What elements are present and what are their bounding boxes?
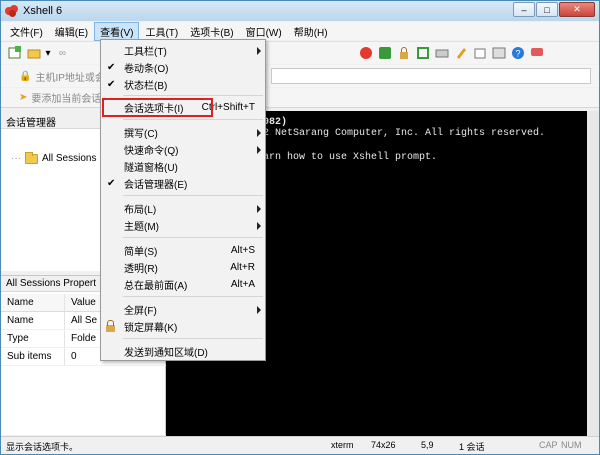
highlight-box [102, 98, 213, 117]
menu-bar: 文件(F) 编辑(E) 查看(V) 工具(T) 选项卡(B) 窗口(W) 帮助(… [1, 21, 599, 41]
highlight-icon[interactable] [453, 46, 468, 61]
menu-item-tunnel-pane[interactable]: 隧道窗格(U) [101, 158, 265, 175]
tree-item-label: All Sessions [42, 153, 97, 164]
status-message: 显示会话选项卡。 [6, 442, 79, 452]
toolbar: ▾ ∞ ? [1, 41, 599, 64]
status-size: 74x26 [371, 440, 396, 450]
menu-window[interactable]: 窗口(W) [240, 22, 288, 41]
menu-item-simple[interactable]: 简单(S) Alt+S [101, 242, 265, 259]
folder-icon [25, 151, 38, 164]
column-header-value[interactable]: Value [65, 297, 96, 308]
xagent-icon[interactable] [377, 46, 392, 61]
row-name: Name [1, 312, 65, 329]
title-bar: Xshell 6 – □ ✕ [1, 1, 599, 21]
address-bar: 🔒 主机IP地址或会 [1, 65, 599, 87]
row-value: Folde [71, 333, 97, 344]
xshell-logo-icon [5, 5, 19, 17]
xftp-icon[interactable] [358, 46, 373, 61]
compose-icon[interactable] [472, 46, 487, 61]
status-bar: 显示会话选项卡。 xterm 74x26 5,9 1 会话 CAP NUM [1, 436, 599, 454]
row-value: All Se [71, 315, 98, 326]
column-header-name[interactable]: Name [1, 294, 65, 311]
menu-item-compose[interactable]: 撰写(C) [101, 124, 265, 141]
menu-file[interactable]: 文件(F) [4, 22, 49, 41]
status-num: NUM [561, 440, 582, 450]
menu-item-fullscreen[interactable]: 全屏(F) [101, 301, 265, 318]
maximize-icon: □ [544, 4, 550, 15]
address-input[interactable] [271, 68, 591, 84]
close-icon: ✕ [573, 4, 581, 14]
status-terminal-type: xterm [331, 440, 354, 450]
terminal-scrollbar[interactable] [587, 111, 599, 436]
chevron-right-icon [257, 46, 261, 55]
menu-item-theme[interactable]: 主题(M) [101, 217, 265, 234]
view-menu-dropdown: 工具栏(T) ✔ 卷动条(O) ✔ 状态栏(B) 会话选项卡(I) Ctrl+S… [100, 39, 266, 361]
chat-icon[interactable] [529, 46, 544, 61]
menu-item-session-manager[interactable]: ✔ 会话管理器(E) [101, 175, 265, 192]
window-controls: – □ ✕ [513, 2, 595, 17]
address-hint: 主机IP地址或会 [35, 72, 105, 84]
row-name: Type [1, 330, 65, 347]
window-title: Xshell 6 [23, 5, 63, 17]
chevron-right-icon [257, 145, 261, 154]
menu-separator [123, 95, 263, 96]
open-folder-icon[interactable] [26, 46, 41, 61]
menu-separator [123, 119, 263, 120]
menu-help[interactable]: 帮助(H) [288, 22, 334, 41]
menu-edit[interactable]: 编辑(E) [49, 22, 94, 41]
close-button[interactable]: ✕ [559, 2, 595, 17]
menu-item-toolbar[interactable]: 工具栏(T) [101, 42, 265, 59]
new-session-icon[interactable] [7, 46, 22, 61]
check-icon: ✔ [107, 178, 116, 189]
terminal-line: arn how to use Xshell prompt. [263, 152, 438, 163]
menu-item-transparent[interactable]: 透明(R) Alt+R [101, 259, 265, 276]
menu-item-quick-command[interactable]: 快速命令(Q) [101, 141, 265, 158]
xshell-window: Xshell 6 – □ ✕ 文件(F) 编辑(E) 查看(V) 工具(T) 选… [0, 0, 600, 455]
chevron-right-icon [257, 128, 261, 137]
chevron-right-icon [257, 221, 261, 230]
chevron-right-icon [257, 305, 261, 314]
layout-icon[interactable] [491, 46, 506, 61]
svg-text:?: ? [515, 49, 520, 59]
keyboard-icon[interactable] [434, 46, 449, 61]
menu-separator [123, 338, 263, 339]
menu-separator [123, 237, 263, 238]
menu-item-layout[interactable]: 布局(L) [101, 200, 265, 217]
menu-item-statusbar[interactable]: ✔ 状态栏(B) [101, 76, 265, 93]
add-session-hint: 要添加当前会话 [31, 94, 102, 105]
menu-separator [123, 296, 263, 297]
arrow-icon: ➤ [19, 92, 28, 103]
menu-item-always-on-top[interactable]: 总在最前面(A) Alt+A [101, 276, 265, 293]
lock-small-icon: 🔒 [19, 70, 32, 82]
check-icon: ✔ [107, 62, 116, 73]
maximize-button[interactable]: □ [536, 2, 558, 17]
status-caps: CAP [539, 440, 558, 450]
minimize-icon: – [521, 4, 527, 15]
chevron-right-icon [257, 204, 261, 213]
lock-icon [106, 320, 115, 332]
terminal-line: 082) [263, 117, 288, 128]
link-icon[interactable]: ∞ [55, 46, 70, 61]
minimize-button[interactable]: – [513, 2, 535, 17]
menu-item-scrollbar[interactable]: ✔ 卷动条(O) [101, 59, 265, 76]
help-icon[interactable]: ? [510, 46, 525, 61]
chevron-down-icon[interactable]: ▾ [45, 46, 51, 61]
terminal-line: 2 NetSarang Computer, Inc. All rights re… [263, 128, 546, 139]
check-icon: ✔ [107, 79, 116, 90]
menu-tools[interactable]: 工具(T) [139, 22, 184, 41]
tree-item-all-sessions[interactable]: ··· All Sessions [11, 151, 97, 164]
status-cursor: 5,9 [421, 440, 434, 450]
menu-separator [123, 195, 263, 196]
tree-line: ··· [11, 153, 21, 164]
session-hint-bar: ➤ 要添加当前会话 [1, 88, 599, 108]
menu-item-send-to-tray[interactable]: 发送到通知区域(D) [101, 343, 265, 360]
status-sessions: 1 会话 [459, 442, 485, 452]
menu-tabs[interactable]: 选项卡(B) [184, 22, 239, 41]
row-name: Sub items [1, 348, 65, 365]
menu-view[interactable]: 查看(V) [94, 21, 140, 41]
row-value: 0 [71, 351, 77, 362]
fullscreen-icon[interactable] [415, 46, 430, 61]
lock-icon[interactable] [396, 46, 411, 61]
menu-item-lock-screen[interactable]: 锁定屏幕(K) [101, 318, 265, 335]
